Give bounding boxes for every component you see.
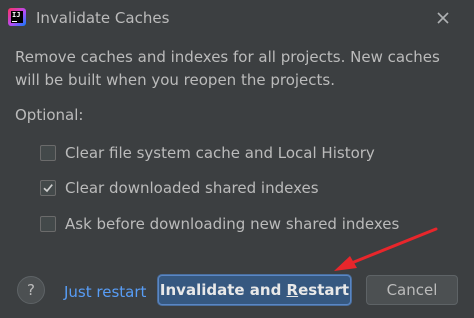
- option-label: Ask before downloading new shared indexe…: [65, 215, 400, 233]
- title-bar: IJ Invalidate Caches: [0, 0, 474, 36]
- invalidate-and-restart-label: Invalidate and Restart: [159, 281, 350, 299]
- invalidate-caches-dialog: IJ Invalidate Caches Remove caches and i…: [0, 0, 474, 318]
- dialog-title: Invalidate Caches: [36, 9, 170, 27]
- intellij-idea-icon: IJ: [8, 8, 26, 26]
- dialog-description: Remove caches and indexes for all projec…: [15, 48, 440, 89]
- checkbox-unchecked[interactable]: [40, 145, 56, 161]
- option-label: Clear downloaded shared indexes: [65, 179, 319, 197]
- cancel-button[interactable]: Cancel: [366, 275, 458, 305]
- invalidate-and-restart-button[interactable]: Invalidate and Restart: [158, 275, 351, 305]
- option-label: Clear file system cache and Local Histor…: [65, 144, 375, 162]
- just-restart-link[interactable]: Just restart: [64, 283, 146, 301]
- cancel-label: Cancel: [386, 281, 438, 299]
- checkbox-unchecked[interactable]: [40, 216, 56, 232]
- checkmark-icon: [43, 184, 53, 193]
- checkbox-checked[interactable]: [40, 180, 56, 196]
- help-button[interactable]: ?: [17, 276, 45, 304]
- close-button[interactable]: [433, 8, 453, 28]
- close-icon: [437, 12, 449, 24]
- optional-label: Optional:: [15, 106, 84, 124]
- help-icon: ?: [27, 281, 35, 299]
